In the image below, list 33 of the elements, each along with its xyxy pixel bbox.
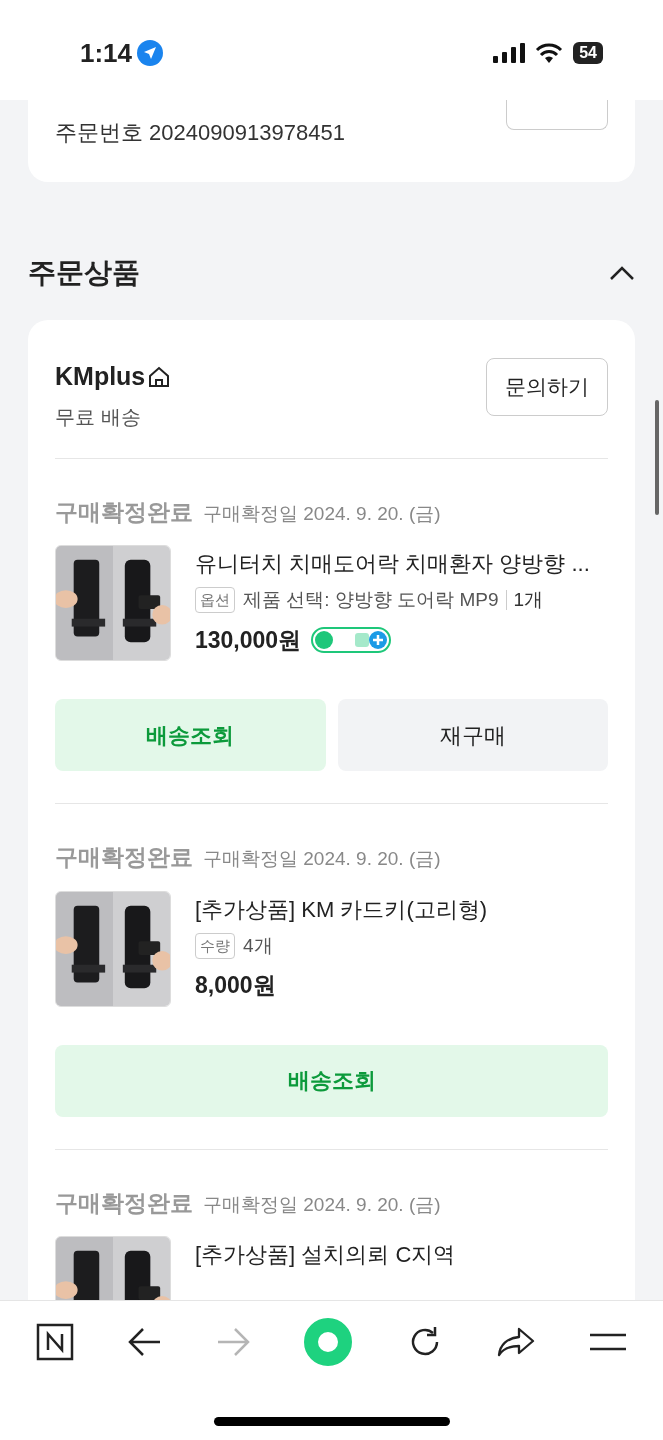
logo-icon[interactable] [36,1323,74,1361]
option-tag: 옵션 [195,587,235,614]
option-text: 제품 선택: 양방향 도어락 MP9 [243,588,499,612]
price: 8,000원 [195,971,276,1000]
confirm-date: 구매확정일 2024. 9. 20. (금) [203,847,441,871]
menu-icon[interactable] [588,1332,627,1352]
product-title[interactable]: 유니터치 치매도어락 치매환자 양방향 ... [195,547,590,580]
collapse-icon[interactable] [609,265,635,281]
order-number: 주문번호 2024090913978451 [55,119,345,147]
back-icon[interactable] [128,1327,163,1357]
quantity: 1개 [506,590,544,611]
seller-name[interactable]: KMplus [55,358,146,396]
store-icon [147,364,172,389]
signal-icon [493,43,526,63]
clock-time: 1:14 [80,36,133,70]
share-icon[interactable] [496,1326,535,1358]
status-label: 구매확정완료 [55,843,193,872]
status-label: 구매확정완료 [55,1188,193,1218]
product-title[interactable]: [추가상품] 설치의뢰 C지역 [195,1238,456,1271]
battery-indicator: 54 [573,42,603,64]
location-icon [136,39,165,67]
reorder-button[interactable]: 재구매 [337,699,608,771]
option-text: 4개 [243,933,273,958]
wifi-icon [535,43,564,63]
option-tag: 수량 [195,932,235,959]
product-title[interactable]: [추가상품] KM 카드키(고리형) [195,892,488,926]
price: 130,000원 [195,625,302,655]
section-title: 주문상품 [28,256,140,290]
confirm-date: 구매확정일 2024. 9. 20. (금) [203,1192,441,1217]
confirm-date: 구매확정일 2024. 9. 20. (금) [203,501,441,526]
inquiry-button[interactable]: 문의하기 [486,358,608,416]
shipping-info: 무료 배송 [55,404,142,430]
status-label: 구매확정완료 [55,497,193,527]
